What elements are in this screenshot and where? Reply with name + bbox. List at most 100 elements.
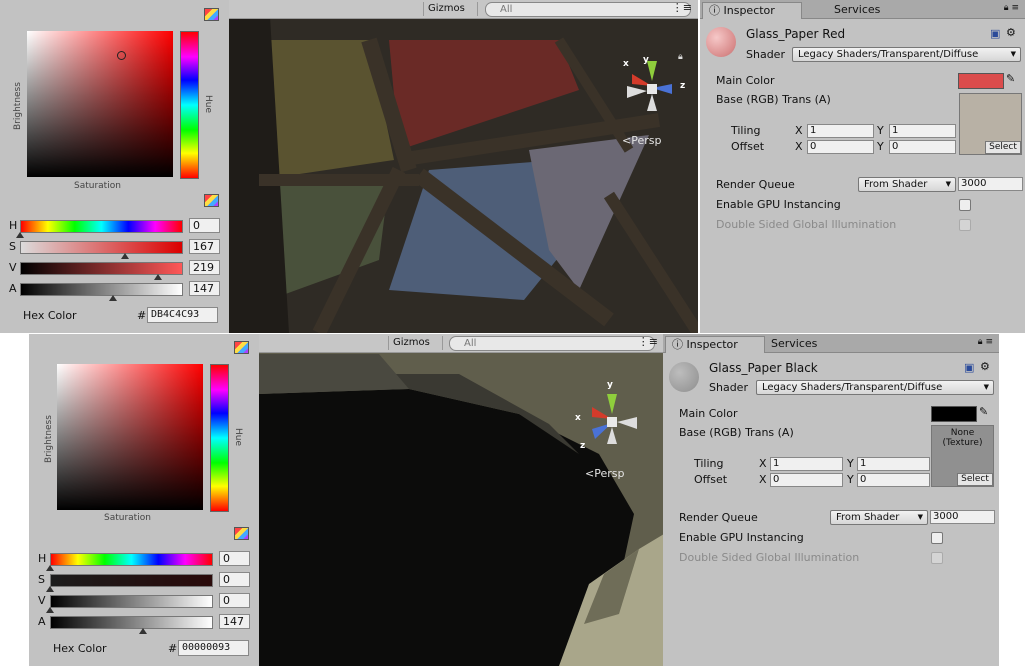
offset-y-label: Y (847, 473, 854, 486)
hue-strip[interactable] (210, 364, 229, 512)
help-icon[interactable]: ▣ (964, 361, 974, 374)
hue-strip[interactable] (180, 31, 199, 179)
gizmos-dropdown[interactable]: Gizmos (423, 2, 478, 16)
hue-slider-bar[interactable] (50, 553, 213, 566)
tiling-label: Tiling (731, 124, 761, 137)
render-queue-field[interactable]: 3000 (958, 177, 1023, 191)
gizmos-dropdown[interactable]: Gizmos (388, 336, 443, 350)
saturation-slider-bar[interactable] (50, 574, 213, 587)
offset-x-field[interactable]: 0 (770, 473, 843, 487)
panel-lock-icon[interactable]: 🔒︎ ≡ (978, 337, 993, 347)
offset-y-field[interactable]: 0 (857, 473, 930, 487)
saturation-slider-bar[interactable] (20, 241, 183, 254)
tiling-x-field[interactable]: 1 (770, 457, 843, 471)
alpha-slider-thumb[interactable] (109, 295, 117, 301)
lock-icon[interactable]: 🔒︎ (678, 52, 683, 62)
saturation-slider-thumb[interactable] (46, 586, 54, 592)
scene-view[interactable]: Gizmos All ⋮≡ x y z <Persp (259, 334, 664, 666)
gpu-instancing-checkbox[interactable] (931, 532, 943, 544)
gpu-instancing-checkbox[interactable] (959, 199, 971, 211)
hue-label: Hue (203, 95, 213, 114)
scene-toolbar: Gizmos All ⋮≡ (259, 334, 664, 353)
saturation-value-field[interactable]: 167 (189, 239, 220, 254)
inspector-tabs: ⓘ Inspector Services 🔒︎ ≡ (700, 0, 1025, 19)
value-slider-bar[interactable] (50, 595, 213, 608)
axis-x-label: x (623, 59, 629, 69)
tiling-x-field[interactable]: 1 (807, 124, 874, 138)
persp-label[interactable]: <Persp (622, 134, 661, 147)
color-picker-panel: Brightness Hue Saturation H 0 S 0 V 0 A … (29, 334, 260, 666)
main-color-swatch[interactable] (931, 406, 977, 422)
render-queue-dropdown[interactable]: From Shader ▼ (830, 510, 928, 525)
saturation-brightness-field[interactable] (57, 364, 203, 510)
hex-input[interactable]: DB4C4C93 (147, 307, 218, 323)
tiling-y-field[interactable]: 1 (889, 124, 956, 138)
settings-gear-icon[interactable]: ⚙ (1006, 26, 1016, 39)
texture-slot[interactable]: Select (959, 93, 1022, 155)
color-handle[interactable] (117, 51, 126, 60)
value-value-field[interactable]: 0 (219, 593, 250, 608)
eyedropper-icon[interactable]: ✎ (1006, 72, 1015, 85)
slider-a[interactable]: A 147 (38, 614, 250, 634)
slider-s[interactable]: S 0 (38, 572, 250, 592)
alpha-slider-bar[interactable] (20, 283, 183, 296)
settings-gear-icon[interactable]: ⚙ (980, 360, 990, 373)
alpha-slider-bar[interactable] (50, 616, 213, 629)
saturation-brightness-field[interactable] (27, 31, 173, 177)
scene-view[interactable]: Gizmos All ⋮≡ x y z <Persp 🔒︎ (229, 0, 698, 333)
slider-v[interactable]: V 219 (9, 260, 221, 280)
texture-select-button[interactable]: Select (957, 473, 993, 486)
slider-h[interactable]: H 0 (9, 218, 221, 238)
render-queue-field[interactable]: 3000 (930, 510, 995, 524)
help-icon[interactable]: ▣ (990, 27, 1000, 40)
texture-select-button[interactable]: Select (985, 141, 1021, 154)
tab-services[interactable]: Services (828, 2, 880, 18)
color-wheel-mode-icon[interactable] (204, 8, 219, 21)
hue-value-field[interactable]: 0 (189, 218, 220, 233)
slider-mode-icon[interactable] (204, 194, 219, 207)
offset-x-field[interactable]: 0 (807, 140, 874, 154)
scene-menu-icon[interactable]: ⋮≡ (638, 335, 658, 348)
tab-inspector[interactable]: ⓘ Inspector (702, 2, 802, 19)
hue-slider-thumb[interactable] (46, 565, 54, 571)
main-color-swatch[interactable] (958, 73, 1004, 89)
hue-value-field[interactable]: 0 (219, 551, 250, 566)
tiling-y-field[interactable]: 1 (857, 457, 930, 471)
slider-s[interactable]: S 167 (9, 239, 221, 259)
tiling-y-label: Y (877, 124, 884, 137)
persp-label[interactable]: <Persp (585, 467, 624, 480)
tiling-label: Tiling (694, 457, 724, 470)
base-texture-label: Base (RGB) Trans (A) (716, 93, 831, 106)
scene-search-input[interactable]: All (449, 336, 655, 351)
value-slider-thumb[interactable] (46, 607, 54, 613)
slider-h[interactable]: H 0 (38, 551, 250, 571)
material-name: Glass_Paper Black (709, 361, 818, 375)
color-wheel-mode-icon[interactable] (234, 341, 249, 354)
shader-dropdown[interactable]: Legacy Shaders/Transparent/Diffuse ▼ (756, 380, 994, 395)
value-value-field[interactable]: 219 (189, 260, 220, 275)
eyedropper-icon[interactable]: ✎ (979, 405, 988, 418)
alpha-value-field[interactable]: 147 (219, 614, 250, 629)
tab-inspector[interactable]: ⓘ Inspector (665, 336, 765, 353)
orientation-gizmo-icon[interactable] (577, 389, 647, 449)
offset-y-field[interactable]: 0 (889, 140, 956, 154)
saturation-value-field[interactable]: 0 (219, 572, 250, 587)
value-slider-thumb[interactable] (154, 274, 162, 280)
render-queue-dropdown[interactable]: From Shader ▼ (858, 177, 956, 192)
texture-slot[interactable]: None (Texture) Select (931, 425, 994, 487)
hue-slider-bar[interactable] (20, 220, 183, 233)
slider-v[interactable]: V 0 (38, 593, 250, 613)
hue-slider-thumb[interactable] (16, 232, 24, 238)
slider-mode-icon[interactable] (234, 527, 249, 540)
alpha-value-field[interactable]: 147 (189, 281, 220, 296)
panel-lock-icon[interactable]: 🔒︎ ≡ (1004, 3, 1019, 13)
shader-dropdown[interactable]: Legacy Shaders/Transparent/Diffuse ▼ (792, 47, 1021, 62)
saturation-slider-thumb[interactable] (121, 253, 129, 259)
bottom-editor-set: Brightness Hue Saturation H 0 S 0 V 0 A … (29, 334, 999, 666)
scene-menu-icon[interactable]: ⋮≡ (672, 1, 692, 14)
slider-a[interactable]: A 147 (9, 281, 221, 301)
alpha-slider-thumb[interactable] (139, 628, 147, 634)
tab-services[interactable]: Services (765, 336, 817, 352)
scene-search-input[interactable]: All (485, 2, 691, 17)
hex-input[interactable]: 00000093 (178, 640, 249, 656)
